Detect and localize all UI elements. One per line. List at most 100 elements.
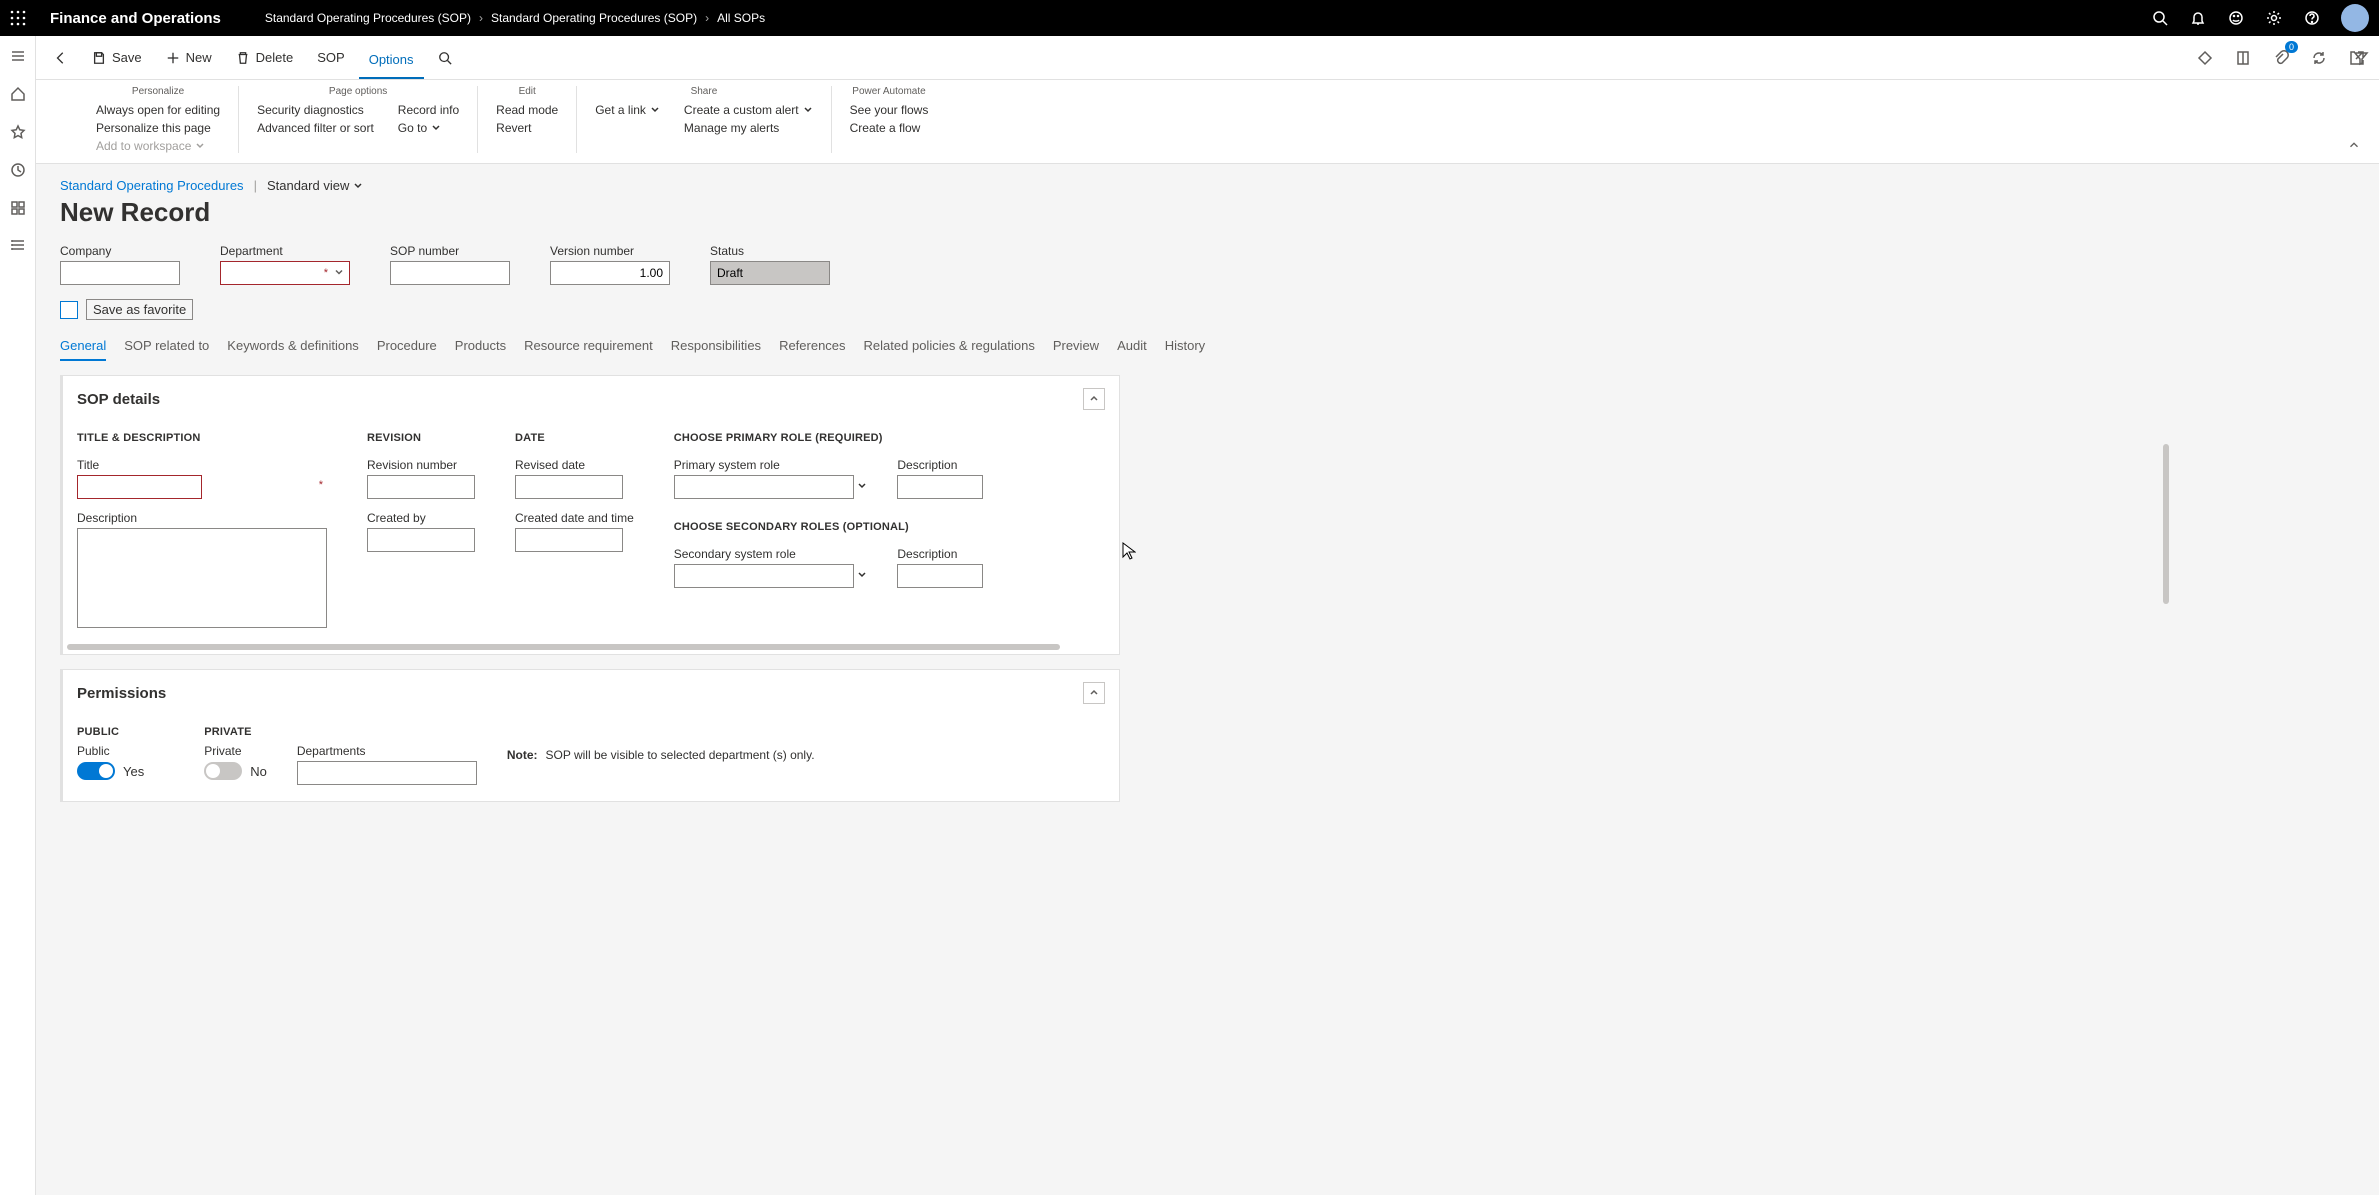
save-button[interactable]: Save	[82, 44, 152, 71]
bell-icon[interactable]	[2179, 0, 2217, 36]
revision-number-input[interactable]	[367, 475, 475, 499]
ribbon-group-page-options: Page options Security diagnostics Advanc…	[239, 86, 478, 153]
tab-policies[interactable]: Related policies & regulations	[864, 338, 1035, 361]
departments-input[interactable]	[297, 761, 477, 785]
card-header[interactable]: Permissions	[63, 670, 1119, 716]
field-label: Company	[60, 244, 180, 258]
find-button[interactable]	[428, 45, 462, 71]
chevron-down-icon[interactable]	[857, 568, 867, 583]
company-input[interactable]	[60, 261, 180, 285]
breadcrumb-item[interactable]: All SOPs	[717, 11, 765, 25]
ribbon-item[interactable]: Personalize this page	[96, 121, 220, 135]
revision-column: REVISION Revision number Created by	[367, 432, 475, 628]
ribbon-item[interactable]: Record info	[398, 103, 459, 117]
tab-history[interactable]: History	[1165, 338, 1205, 361]
ribbon-item[interactable]: Revert	[496, 121, 558, 135]
attach-badge: 0	[2285, 41, 2298, 53]
tab-references[interactable]: References	[779, 338, 845, 361]
back-button[interactable]	[44, 45, 78, 71]
page-breadcrumb-row: Standard Operating Procedures | Standard…	[60, 178, 2355, 193]
field-label: Description	[897, 458, 983, 472]
secondary-role-select[interactable]	[674, 564, 854, 588]
home-icon[interactable]	[8, 84, 28, 104]
breadcrumb-item[interactable]: Standard Operating Procedures (SOP)	[265, 11, 471, 25]
ribbon-group-edit: Edit Read mode Revert	[478, 86, 577, 153]
collapse-icon[interactable]	[1083, 388, 1105, 410]
company-field: Company	[60, 244, 180, 285]
modules-icon[interactable]	[8, 236, 28, 256]
sop-tab[interactable]: SOP	[307, 44, 354, 71]
breadcrumb-item[interactable]: Standard Operating Procedures (SOP)	[491, 11, 697, 25]
diamond-icon[interactable]	[2191, 44, 2219, 72]
collapse-icon[interactable]	[1083, 682, 1105, 704]
department-input[interactable]	[220, 261, 350, 285]
tab-responsibilities[interactable]: Responsibilities	[671, 338, 761, 361]
tab-procedure[interactable]: Procedure	[377, 338, 437, 361]
public-toggle[interactable]	[77, 762, 115, 780]
hamburger-icon[interactable]	[8, 46, 28, 66]
vertical-scrollbar[interactable]	[2163, 444, 2169, 604]
tab-resource[interactable]: Resource requirement	[524, 338, 653, 361]
ribbon-item[interactable]: Add to workspace	[96, 139, 220, 153]
ribbon-item[interactable]: Security diagnostics	[257, 103, 374, 117]
secondary-role-desc-field: Description	[897, 547, 983, 588]
ribbon-item[interactable]: See your flows	[850, 103, 929, 117]
entity-link[interactable]: Standard Operating Procedures	[60, 178, 244, 193]
avatar[interactable]	[2341, 4, 2369, 32]
options-tab[interactable]: Options	[359, 46, 424, 79]
ribbon-item[interactable]: Go to	[398, 121, 459, 135]
new-button[interactable]: New	[156, 44, 222, 71]
tab-preview[interactable]: Preview	[1053, 338, 1099, 361]
tab-audit[interactable]: Audit	[1117, 338, 1147, 361]
card-header[interactable]: SOP details	[63, 376, 1119, 422]
ribbon-item[interactable]: Advanced filter or sort	[257, 121, 374, 135]
description-textarea[interactable]	[77, 528, 327, 628]
horizontal-scrollbar[interactable]	[67, 644, 1060, 650]
primary-role-desc-input[interactable]	[897, 475, 983, 499]
revised-date-field: Revised date	[515, 458, 634, 499]
attach-icon[interactable]: 0	[2267, 44, 2295, 72]
ribbon-item[interactable]: Read mode	[496, 103, 558, 117]
secondary-role-desc-input[interactable]	[897, 564, 983, 588]
ribbon-item[interactable]: Manage my alerts	[684, 121, 813, 135]
tab-general[interactable]: General	[60, 338, 106, 361]
created-datetime-input[interactable]	[515, 528, 623, 552]
help-icon[interactable]	[2293, 0, 2331, 36]
tab-keywords[interactable]: Keywords & definitions	[227, 338, 359, 361]
gear-icon[interactable]	[2255, 0, 2293, 36]
left-nav-rail	[0, 36, 36, 1195]
smile-icon[interactable]	[2217, 0, 2255, 36]
ribbon-collapse-icon[interactable]	[2347, 138, 2361, 155]
app-launcher-icon[interactable]	[0, 0, 36, 36]
ribbon-item[interactable]: Get a link	[595, 103, 660, 117]
workspace-icon[interactable]	[8, 198, 28, 218]
revised-date-input[interactable]	[515, 475, 623, 499]
private-toggle[interactable]	[204, 762, 242, 780]
ribbon-item[interactable]: Always open for editing	[96, 103, 220, 117]
app-title: Finance and Operations	[36, 10, 235, 27]
sop-number-input[interactable]	[390, 261, 510, 285]
delete-label: Delete	[256, 50, 294, 65]
search-icon[interactable]	[2141, 0, 2179, 36]
ribbon-item[interactable]: Create a custom alert	[684, 103, 813, 117]
tab-sop-related[interactable]: SOP related to	[124, 338, 209, 361]
page-title: New Record	[60, 197, 2355, 228]
book-icon[interactable]	[2229, 44, 2257, 72]
star-icon[interactable]	[8, 122, 28, 142]
popout-icon[interactable]	[2343, 44, 2371, 72]
title-input[interactable]	[77, 475, 202, 499]
chevron-down-icon[interactable]	[857, 479, 867, 494]
refresh-icon[interactable]	[2305, 44, 2333, 72]
clock-icon[interactable]	[8, 160, 28, 180]
field-label: Revised date	[515, 458, 634, 472]
chevron-right-icon: ›	[479, 11, 483, 25]
version-input[interactable]	[550, 261, 670, 285]
tab-products[interactable]: Products	[455, 338, 506, 361]
toggle-value: Yes	[123, 764, 144, 779]
save-favorite-checkbox[interactable]	[60, 301, 78, 319]
primary-role-select[interactable]	[674, 475, 854, 499]
created-by-input[interactable]	[367, 528, 475, 552]
delete-button[interactable]: Delete	[226, 44, 304, 71]
ribbon-item[interactable]: Create a flow	[850, 121, 929, 135]
view-selector[interactable]: Standard view	[267, 178, 363, 193]
